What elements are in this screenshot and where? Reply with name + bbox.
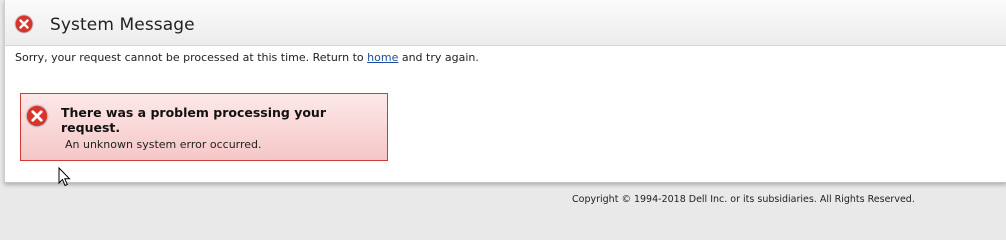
error-icon bbox=[14, 14, 34, 34]
error-alert-box: There was a problem processing your requ… bbox=[20, 93, 388, 161]
page-title: System Message bbox=[50, 15, 195, 35]
copyright-footer: Copyright © 1994-2018 Dell Inc. or its s… bbox=[572, 194, 915, 205]
mouse-cursor-icon bbox=[58, 166, 72, 187]
error-message-text: Sorry, your request cannot be processed … bbox=[15, 51, 479, 64]
panel-header: System Message bbox=[5, 0, 1006, 46]
home-link[interactable]: home bbox=[367, 51, 398, 64]
error-detail: An unknown system error occurred. bbox=[65, 138, 262, 151]
message-text-before: Sorry, your request cannot be processed … bbox=[15, 51, 368, 64]
message-text-after: and try again. bbox=[398, 51, 479, 64]
error-icon bbox=[25, 104, 49, 128]
system-message-panel: System Message Sorry, your request canno… bbox=[4, 0, 1006, 183]
error-title: There was a problem processing your requ… bbox=[61, 105, 326, 135]
